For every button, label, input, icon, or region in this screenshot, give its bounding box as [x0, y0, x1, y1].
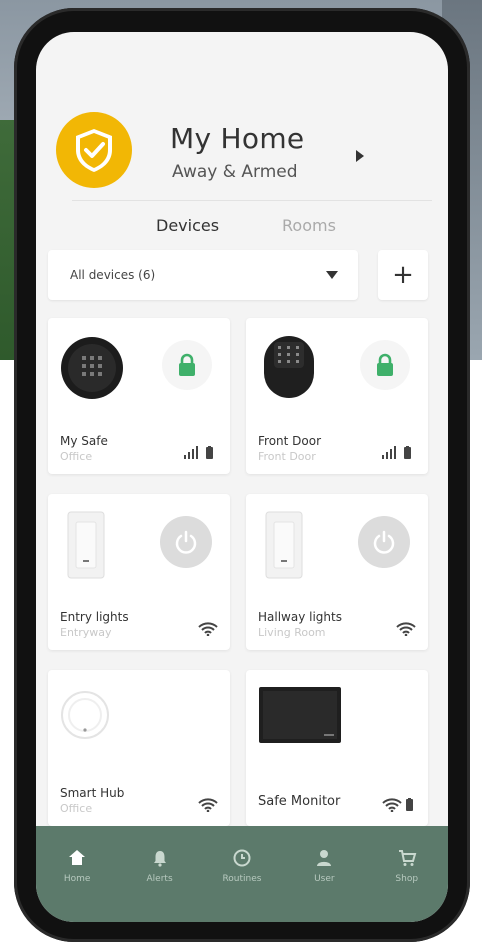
- device-name: My Safe: [60, 434, 108, 448]
- header-divider: [72, 200, 432, 201]
- device-card-hallway-lights[interactable]: Hallway lights Living Room: [246, 494, 428, 650]
- power-button-icon[interactable]: [358, 516, 410, 568]
- nav-shop[interactable]: Shop: [372, 848, 442, 884]
- device-name: Safe Monitor: [258, 794, 341, 809]
- device-room: Front Door: [258, 450, 316, 463]
- nav-label: Routines: [222, 874, 262, 884]
- nav-home[interactable]: Home: [42, 848, 112, 884]
- device-name: Smart Hub: [60, 786, 125, 800]
- shield-icon: [56, 112, 132, 188]
- add-device-button[interactable]: +: [378, 250, 428, 300]
- wifi-battery-icon: [382, 798, 416, 816]
- device-room: Living Room: [258, 626, 326, 639]
- nav-label: Shop: [395, 874, 419, 884]
- power-button-icon[interactable]: [160, 516, 212, 568]
- device-card-front-door[interactable]: Front Door Front Door: [246, 318, 428, 474]
- hub-device-icon: [60, 690, 110, 744]
- light-switch-icon: [66, 510, 106, 584]
- app-screen: My Home Away & Armed Devices Rooms All d…: [36, 32, 448, 922]
- nav-label: User: [314, 874, 335, 884]
- door-lock-keypad-icon: [260, 332, 318, 406]
- safe-keypad-icon: [60, 336, 124, 404]
- device-card-entry-lights[interactable]: Entry lights Entryway: [48, 494, 230, 650]
- cellular-battery-icon: [380, 446, 416, 464]
- cellular-battery-icon: [182, 446, 218, 464]
- device-room: Office: [60, 450, 93, 463]
- device-room: Entryway: [60, 626, 112, 639]
- device-card-my-safe[interactable]: My Safe Office: [48, 318, 230, 474]
- device-room: Office: [60, 802, 93, 815]
- caret-down-icon: [326, 271, 338, 279]
- clock-icon: [233, 849, 251, 867]
- device-name: Entry lights: [60, 610, 129, 624]
- nav-label: Alerts: [146, 874, 173, 884]
- device-filter-select[interactable]: All devices (6): [48, 250, 358, 300]
- bell-icon: [153, 851, 166, 867]
- device-name: Front Door: [258, 434, 322, 448]
- light-switch-icon: [264, 510, 304, 584]
- device-name: Hallway lights: [258, 610, 342, 624]
- bottom-nav: Home Alerts Routines User Shop: [36, 826, 448, 922]
- device-card-smart-hub[interactable]: Smart Hub Office: [48, 670, 230, 826]
- nav-label: Home: [63, 874, 91, 884]
- tab-rooms[interactable]: Rooms: [282, 216, 336, 235]
- home-status: Away & Armed: [172, 162, 298, 182]
- cart-icon: [398, 850, 417, 866]
- lock-locked-icon[interactable]: [360, 340, 410, 390]
- wifi-icon: [396, 622, 416, 640]
- user-icon: [317, 850, 332, 866]
- home-title: My Home: [170, 122, 305, 155]
- filter-selected-value: All devices (6): [70, 268, 156, 282]
- nav-routines[interactable]: Routines: [207, 848, 277, 884]
- lock-locked-icon[interactable]: [162, 340, 212, 390]
- monitor-device-icon: [258, 686, 342, 748]
- nav-alerts[interactable]: Alerts: [125, 848, 195, 884]
- home-header[interactable]: My Home Away & Armed: [36, 82, 448, 222]
- wifi-icon: [198, 622, 218, 640]
- tab-devices[interactable]: Devices: [156, 216, 219, 235]
- wifi-icon: [198, 798, 218, 816]
- phone-frame: My Home Away & Armed Devices Rooms All d…: [14, 8, 470, 942]
- chevron-right-icon[interactable]: [356, 150, 364, 162]
- nav-user[interactable]: User: [289, 848, 359, 884]
- home-icon: [69, 850, 86, 865]
- device-card-safe-monitor[interactable]: Safe Monitor: [246, 670, 428, 826]
